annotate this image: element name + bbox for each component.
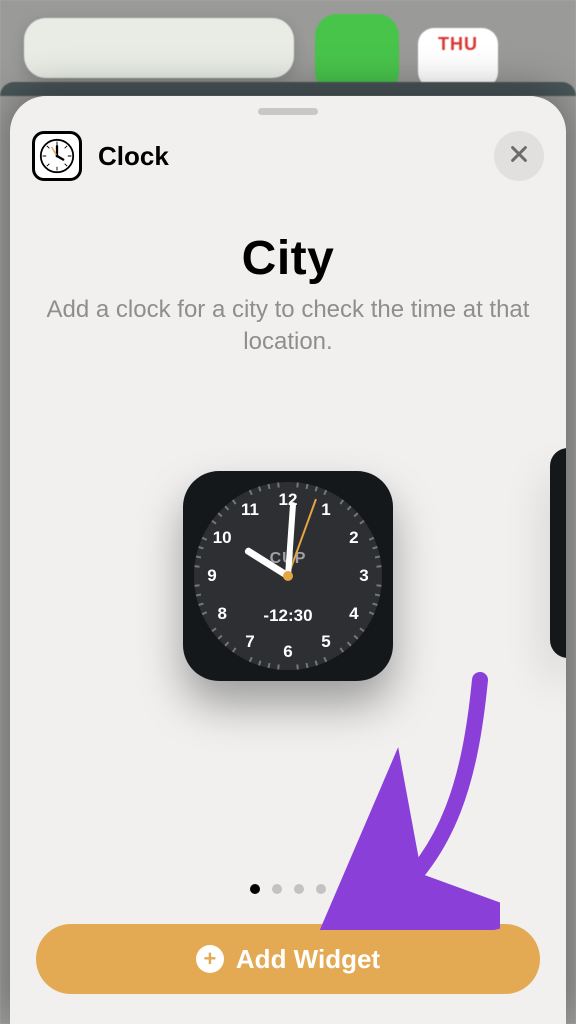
minute-tick [196, 594, 201, 597]
page-dot[interactable] [294, 884, 304, 894]
minute-tick [353, 512, 358, 517]
minute-tick [340, 499, 345, 504]
clock-numeral: 11 [241, 500, 259, 520]
minute-tick [359, 628, 364, 633]
minute-tick [375, 555, 380, 558]
page-dot[interactable] [272, 884, 282, 894]
minute-tick [202, 611, 207, 615]
close-icon [508, 143, 530, 170]
minute-tick [306, 663, 309, 668]
widget-picker-sheet: Clock City Add a clock for a city to che… [10, 96, 566, 1024]
close-button[interactable] [494, 131, 544, 181]
page-dot[interactable] [316, 884, 326, 894]
clock-numeral: 8 [217, 604, 226, 624]
minute-tick [315, 486, 318, 491]
add-widget-label: Add Widget [236, 944, 380, 975]
minute-tick [196, 555, 201, 558]
minute-tick [376, 584, 381, 587]
minute-tick [258, 660, 261, 665]
clock-numeral: 4 [349, 604, 358, 624]
minute-tick [198, 603, 203, 606]
minute-tick [347, 505, 352, 510]
page-indicator[interactable] [10, 884, 566, 894]
clock-numeral: 7 [245, 632, 254, 652]
sheet-drag-handle[interactable] [258, 108, 318, 115]
minute-tick [194, 565, 199, 568]
minute-tick [376, 565, 381, 568]
minute-tick [353, 635, 358, 640]
minute-tick [369, 611, 374, 615]
minute-tick [277, 664, 280, 669]
minute-tick [217, 512, 222, 517]
minute-tick [372, 603, 377, 606]
minute-tick [198, 546, 203, 549]
add-widget-button[interactable]: + Add Widget [36, 924, 540, 994]
widget-preview-carousel[interactable]: CUP -12:30 121234567891011 [10, 426, 566, 726]
minute-tick [296, 664, 299, 669]
plus-circle-icon: + [196, 945, 224, 973]
minute-tick [224, 505, 229, 510]
clock-numeral: 2 [349, 528, 358, 548]
clock-numeral: 9 [207, 566, 216, 586]
minute-tick [232, 647, 237, 652]
clock-face: CUP -12:30 121234567891011 [194, 482, 382, 670]
bg-widget-card [24, 18, 294, 78]
clock-numeral: 12 [279, 490, 298, 510]
minute-tick [202, 537, 207, 541]
minute-tick [267, 484, 270, 489]
widget-subtitle: Add a clock for a city to check the time… [38, 294, 538, 359]
minute-tick [232, 499, 237, 504]
minute-tick [375, 594, 380, 597]
clock-app-icon [32, 131, 82, 181]
minute-tick [211, 520, 216, 525]
clock-numeral: 1 [321, 500, 330, 520]
page-dot[interactable] [250, 884, 260, 894]
minute-tick [277, 482, 280, 487]
calendar-day-label: THU [438, 34, 478, 88]
minute-tick [306, 484, 309, 489]
minute-tick [323, 657, 327, 662]
minute-tick [249, 490, 253, 495]
minute-tick [258, 486, 261, 491]
minute-tick [347, 641, 352, 646]
clock-tz-label: -12:30 [263, 606, 312, 626]
bg-calendar-icon: THU [418, 28, 498, 88]
clock-numeral: 6 [283, 642, 292, 662]
minute-tick [340, 647, 345, 652]
clock-numeral: 5 [321, 632, 330, 652]
minute-tick [267, 663, 270, 668]
minute-tick [224, 641, 229, 646]
clock-widget-preview: CUP -12:30 121234567891011 [183, 471, 393, 681]
minute-tick [359, 520, 364, 525]
minute-tick [323, 490, 327, 495]
minute-tick [315, 660, 318, 665]
hand-hub [283, 571, 293, 581]
minute-tick [296, 482, 299, 487]
sheet-header: Clock [10, 124, 566, 188]
minute-tick [372, 546, 377, 549]
next-widget-peek [550, 448, 566, 658]
minute-tick [249, 657, 253, 662]
clock-numeral: 10 [213, 528, 232, 548]
sheet-app-name: Clock [98, 141, 169, 172]
minute-tick [211, 628, 216, 633]
minute-tick [194, 584, 199, 587]
widget-title: City [10, 231, 566, 286]
minute-tick [217, 635, 222, 640]
clock-numeral: 3 [359, 566, 368, 586]
minute-tick [369, 537, 374, 541]
bg-sheet-backdrop [0, 82, 576, 96]
